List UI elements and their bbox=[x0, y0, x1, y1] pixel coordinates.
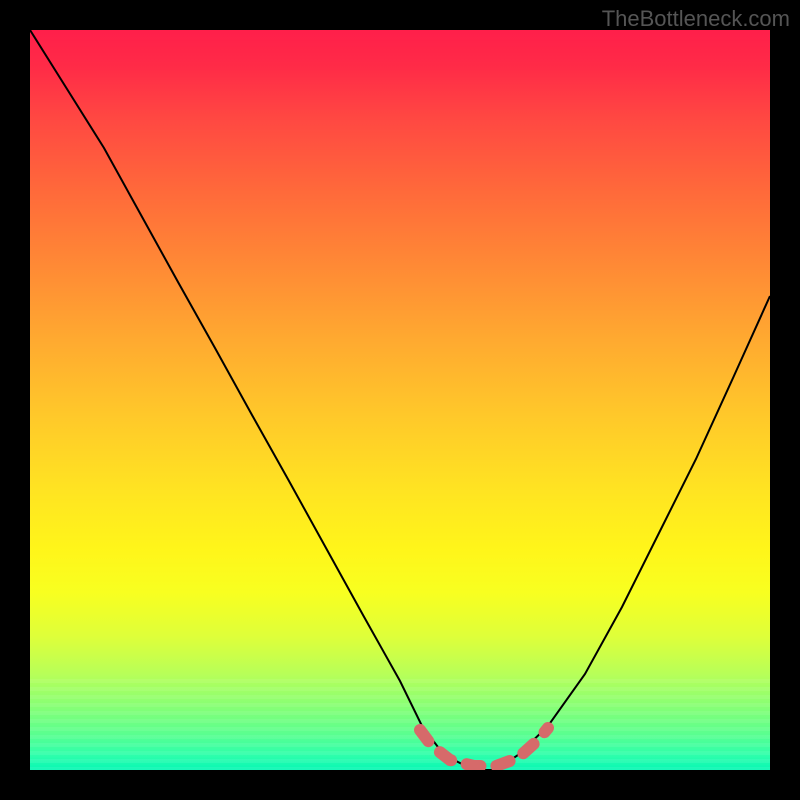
chart-svg bbox=[30, 30, 770, 770]
bottleneck-curve-line bbox=[30, 30, 770, 770]
watermark-text: TheBottleneck.com bbox=[602, 6, 790, 32]
optimal-range-marker bbox=[420, 728, 548, 766]
chart-plot-area bbox=[30, 30, 770, 770]
